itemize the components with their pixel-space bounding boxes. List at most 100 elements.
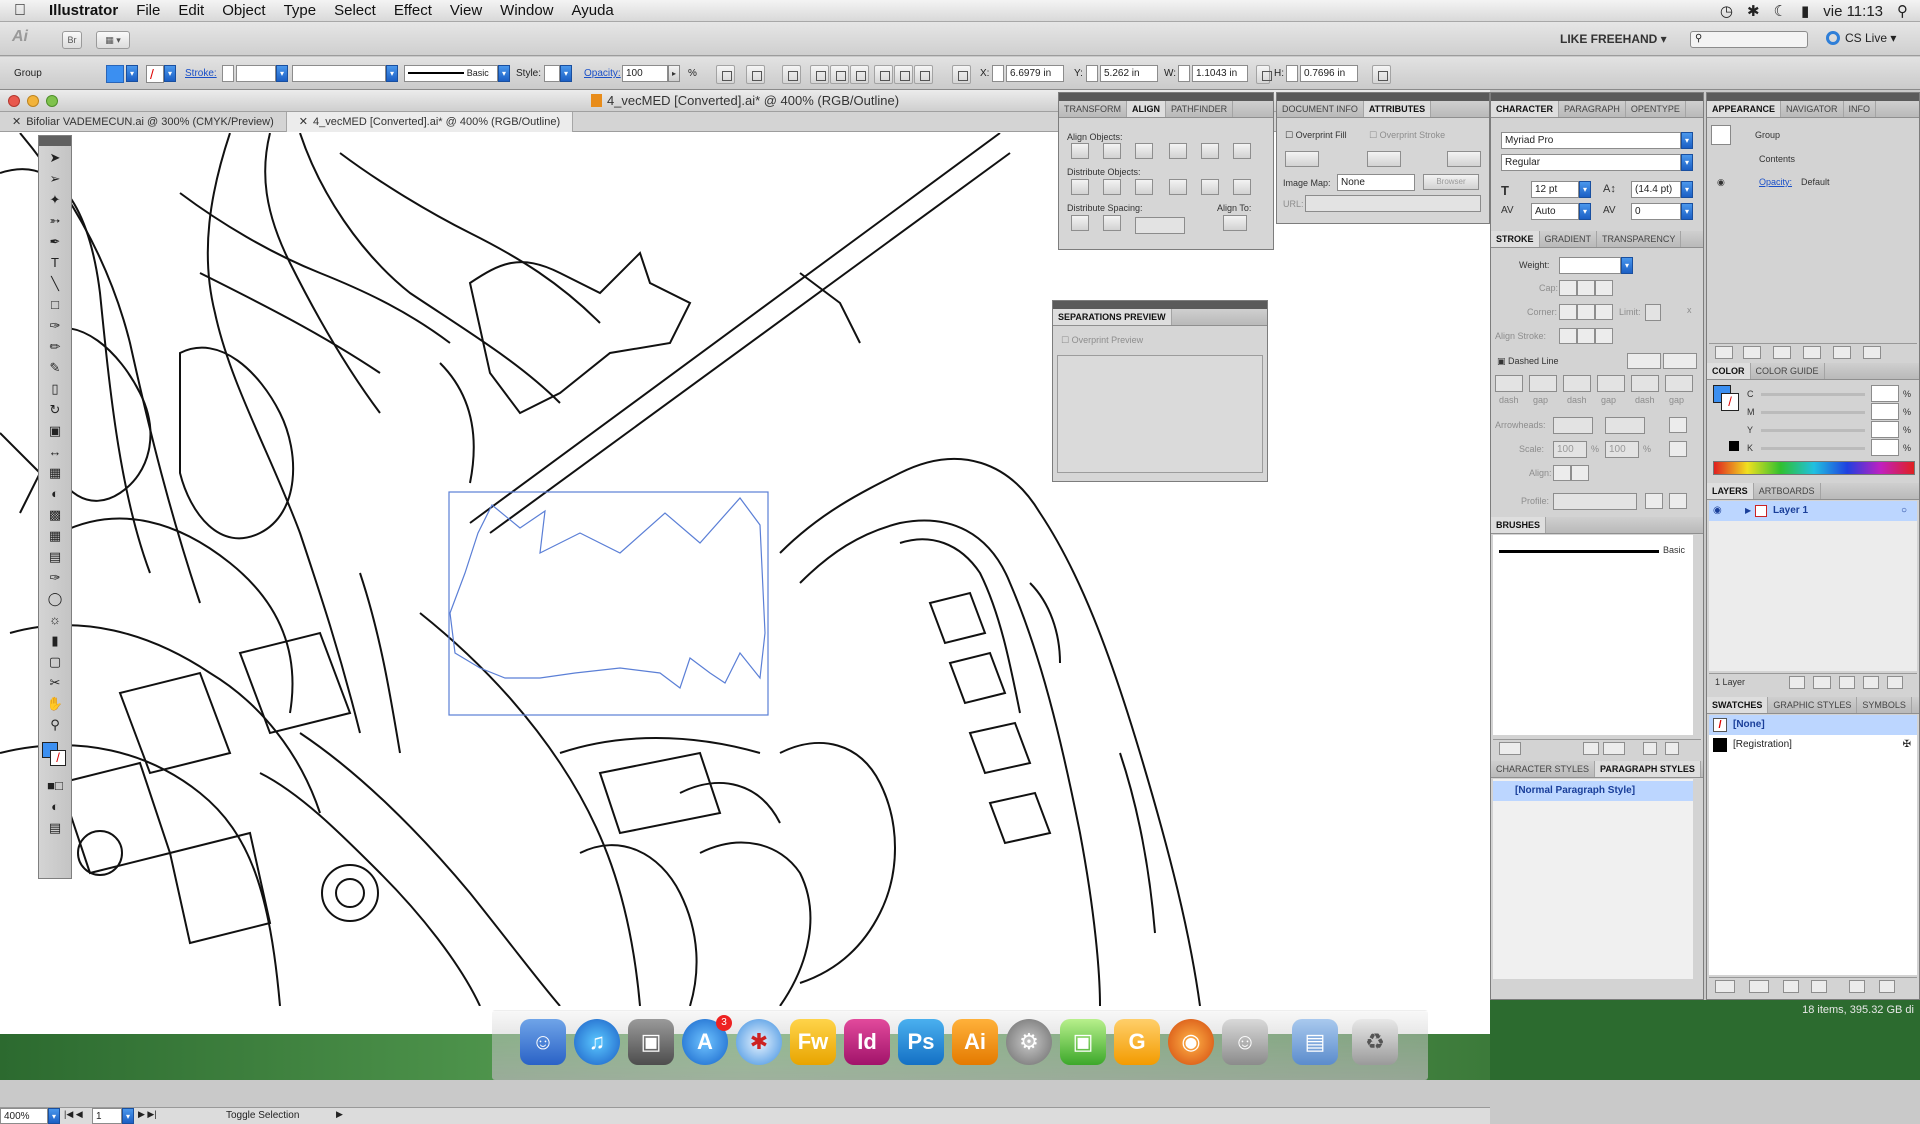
reverse-path-buttons[interactable] — [1447, 151, 1481, 167]
tab-color-guide[interactable]: COLOR GUIDE — [1751, 363, 1825, 379]
indesign-icon[interactable]: Id — [844, 1019, 890, 1065]
battery-icon[interactable]: ▮ — [1801, 2, 1809, 20]
drawing-mode-icon[interactable]: ◐ — [43, 798, 67, 816]
photoshop-icon[interactable]: Ps — [898, 1019, 944, 1065]
align-stroke-inside-button[interactable] — [1577, 328, 1595, 344]
vertical-distribute-space-button[interactable] — [1071, 215, 1089, 231]
vertical-align-top-button[interactable] — [1169, 143, 1187, 159]
url-input[interactable] — [1305, 195, 1481, 212]
horizontal-distribute-right-button[interactable] — [1233, 179, 1251, 195]
show-center-buttons[interactable] — [1285, 151, 1319, 167]
layer-1-row[interactable]: ◉ ▶ Layer 1 ○ — [1709, 501, 1917, 521]
end-arrowhead-select[interactable] — [1605, 417, 1645, 434]
remove-brush-stroke-button[interactable] — [1583, 742, 1599, 755]
normal-paragraph-style[interactable]: [Normal Paragraph Style] — [1493, 781, 1693, 801]
system-preferences-icon[interactable]: ⚙ — [1006, 1019, 1052, 1065]
tab-document-info[interactable]: DOCUMENT INFO — [1277, 101, 1364, 117]
black-input[interactable] — [1871, 439, 1899, 456]
flip-along-button[interactable] — [1645, 493, 1663, 509]
hand-tool-icon[interactable]: ✋ — [43, 695, 67, 713]
menu-ayuda[interactable]: Ayuda — [563, 2, 623, 19]
new-brush-button[interactable] — [1643, 742, 1657, 755]
tab-swatches[interactable]: SWATCHES — [1707, 697, 1769, 713]
appearance-contents-label[interactable]: Contents — [1759, 154, 1795, 164]
swatch-none[interactable]: / [None] — [1709, 715, 1917, 735]
stroke-swatch[interactable]: / — [146, 65, 164, 83]
line-tool-icon[interactable]: ╲ — [43, 275, 67, 293]
bridge-button[interactable]: Br — [62, 31, 82, 49]
overprint-preview-checkbox[interactable]: ☐ Overprint Preview — [1061, 335, 1143, 346]
trash-icon[interactable]: ♻ — [1352, 1019, 1398, 1065]
isolate-group-button[interactable] — [746, 65, 765, 84]
arrange-documents-button[interactable]: ▦ ▾ — [96, 31, 130, 49]
eyedropper-tool-icon[interactable]: ✑ — [43, 569, 67, 587]
clear-appearance-button[interactable] — [1803, 346, 1821, 359]
perspective-grid-tool-icon[interactable]: ▩ — [43, 506, 67, 524]
y-stepper[interactable] — [1086, 65, 1098, 82]
tab-character[interactable]: CHARACTER — [1491, 101, 1559, 117]
artboard-dropdown[interactable]: ▾ — [122, 1108, 134, 1124]
w-stepper[interactable] — [1178, 65, 1190, 82]
visibility-eye-icon[interactable]: ◉ — [1717, 177, 1725, 188]
itunes-icon[interactable]: ♫ — [574, 1019, 620, 1065]
yellow-input[interactable] — [1871, 421, 1899, 438]
dash-3-input[interactable] — [1631, 375, 1659, 392]
locate-object-button[interactable] — [1789, 676, 1805, 689]
color-mode-icon[interactable]: ■□ — [43, 777, 67, 795]
tab-color[interactable]: COLOR — [1707, 363, 1751, 379]
stroke-color-box[interactable]: / — [50, 750, 66, 766]
tab-opentype[interactable]: OPENTYPE — [1626, 101, 1686, 117]
flip-across-button[interactable] — [1669, 493, 1687, 509]
free-transform-tool-icon[interactable]: ▦ — [43, 464, 67, 482]
next-artboard-button[interactable]: ▶ ▶| — [138, 1109, 157, 1120]
align-center-button[interactable] — [830, 65, 849, 84]
yellow-slider[interactable] — [1761, 429, 1865, 432]
align-right-button[interactable] — [850, 65, 869, 84]
start-arrowhead-select[interactable] — [1553, 417, 1593, 434]
tab-transform[interactable]: TRANSFORM — [1059, 101, 1127, 117]
tab-info[interactable]: INFO — [1844, 101, 1877, 117]
tab-paragraph-styles[interactable]: PARAGRAPH STYLES — [1595, 761, 1701, 777]
swatch-registration[interactable]: [Registration] ✠ — [1709, 735, 1917, 755]
tab-gradient[interactable]: GRADIENT — [1540, 231, 1598, 247]
new-sublayer-button[interactable] — [1839, 676, 1855, 689]
brush-definition[interactable]: Basic — [404, 65, 498, 82]
h-stepper[interactable] — [1286, 65, 1298, 82]
font-family-input[interactable]: Myriad Pro — [1501, 132, 1681, 149]
vertical-distribute-bottom-button[interactable] — [1135, 179, 1153, 195]
pencil-tool-icon[interactable]: ✏ — [43, 338, 67, 356]
projecting-cap-button[interactable] — [1595, 280, 1613, 296]
graphic-style-swatch[interactable] — [544, 65, 560, 82]
tab-attributes[interactable]: ATTRIBUTES — [1363, 101, 1432, 117]
separations-list[interactable] — [1057, 355, 1263, 473]
direct-selection-tool-icon[interactable]: ➢ — [43, 170, 67, 188]
vertical-align-bottom-button[interactable] — [1233, 143, 1251, 159]
cyan-input[interactable] — [1871, 385, 1899, 402]
gold-app-icon[interactable]: G — [1114, 1019, 1160, 1065]
swatches-list[interactable]: / [None] [Registration] ✠ — [1709, 715, 1917, 975]
layer-target-icon[interactable]: ○ — [1901, 501, 1907, 521]
first-artboard-button[interactable]: |◀ ◀ — [64, 1109, 83, 1120]
y-input[interactable]: 5.262 in — [1100, 65, 1158, 82]
menu-type[interactable]: Type — [275, 2, 326, 19]
zoom-window-button[interactable] — [46, 95, 58, 107]
tools-panel-header[interactable] — [39, 136, 71, 146]
make-clipping-mask-button[interactable] — [1813, 676, 1831, 689]
arrow-tip-beyond-button[interactable] — [1553, 465, 1571, 481]
vertical-distribute-top-button[interactable] — [1071, 179, 1089, 195]
delete-swatch-button[interactable] — [1879, 980, 1895, 993]
align-panel-grip[interactable] — [1059, 93, 1273, 101]
tab-navigator[interactable]: NAVIGATOR — [1781, 101, 1844, 117]
sketchup-icon[interactable]: ▣ — [1060, 1019, 1106, 1065]
eraser-tool-icon[interactable]: ▯ — [43, 380, 67, 398]
basic-brush-stroke[interactable] — [1499, 550, 1659, 553]
stroke-weight-input[interactable] — [236, 65, 276, 82]
timemachine-icon[interactable]: ◷ — [1720, 2, 1733, 20]
gap-2-input[interactable] — [1597, 375, 1625, 392]
delete-item-button[interactable] — [1863, 346, 1881, 359]
end-scale-input[interactable]: 100 — [1605, 441, 1639, 458]
tab-character-styles[interactable]: CHARACTER STYLES — [1491, 761, 1596, 777]
selected-group[interactable] — [0, 133, 1490, 1006]
align-stroke-outside-button[interactable] — [1595, 328, 1613, 344]
stroke-label[interactable]: Stroke: — [185, 68, 217, 79]
